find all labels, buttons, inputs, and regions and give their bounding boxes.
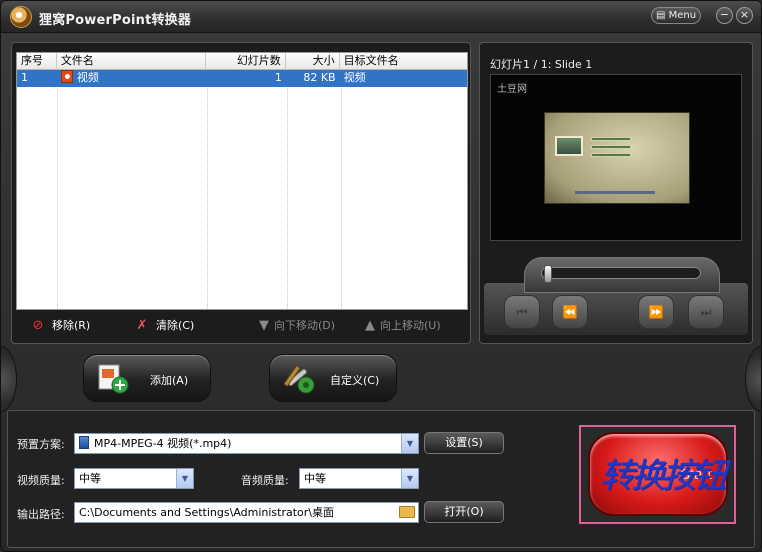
window-title: 狸窝PowerPoint转换器 (39, 13, 192, 28)
output-path-label: 输出路径: (17, 508, 65, 521)
chevron-down-icon: ▼ (401, 434, 418, 453)
column-header-filename[interactable]: 文件名 (57, 53, 207, 70)
preset-value: MP4-MPEG-4 视频(*.mp4) (94, 437, 232, 450)
left-decoration (1, 346, 17, 412)
add-file-icon (98, 364, 129, 394)
seek-handle[interactable] (544, 265, 552, 283)
seek-bar[interactable] (541, 267, 701, 279)
clear-label: 清除(C) (156, 319, 195, 332)
video-quality-select[interactable]: 中等 ▼ (74, 468, 194, 489)
column-divider (207, 88, 208, 309)
minimize-icon: − (719, 8, 730, 21)
move-up-label: 向上移动(U) (380, 319, 441, 332)
powerpoint-file-icon (60, 70, 73, 83)
clear-button[interactable]: ✗ 清除(C) (134, 317, 195, 333)
open-button[interactable]: 打开(O) (424, 501, 504, 523)
cell-filename: 视频 (57, 70, 206, 87)
table-header: 序号 文件名 幻灯片数 大小 目标文件名 (17, 53, 467, 70)
last-slide-button[interactable]: ⏭ (688, 295, 724, 329)
output-path-value: C:\Documents and Settings\Administrator\… (79, 506, 335, 519)
app-logo-icon (10, 6, 32, 28)
start-button[interactable]: Start 转换按钮 (588, 432, 728, 516)
title-bar: 狸窝PowerPoint转换器 ▤ Menu − × (1, 1, 761, 33)
app-window: 狸窝PowerPoint转换器 ▤ Menu − × 序号 文件名 幻灯片数 大… (0, 0, 762, 552)
next-slide-button[interactable]: ⏩ (638, 295, 674, 329)
cell-filename-text: 视频 (76, 71, 99, 84)
cell-size: 82 KB (303, 71, 336, 84)
slide-image (555, 136, 583, 156)
first-icon: ⏮ (516, 305, 528, 319)
right-decoration (745, 346, 761, 412)
slide-thumbnail-image (544, 112, 690, 204)
settings-button[interactable]: 设置(S) (424, 432, 504, 454)
slide-bar (575, 191, 655, 194)
customize-button-label: 自定义(C) (330, 374, 380, 387)
table-row[interactable]: 1 视频 1 82 KB 视频 (17, 70, 467, 87)
preset-label: 预置方案: (17, 438, 65, 451)
move-down-button[interactable]: ▼ 向下移动(D) (256, 317, 335, 333)
remove-icon: ⊘ (32, 318, 44, 333)
column-divider (287, 88, 288, 309)
cell-target: 视频 (343, 71, 366, 84)
cell-slides: 1 (274, 71, 282, 84)
start-annotation-text: 转换按钮 (600, 456, 727, 496)
slide-bar (591, 145, 631, 149)
file-list-panel: 序号 文件名 幻灯片数 大小 目标文件名 1 视频 1 82 KB 视频 ⊘ 移除… (11, 42, 471, 344)
arrow-down-icon: ▼ (259, 318, 269, 333)
watermark: 土豆网 (497, 84, 527, 95)
slide-preview: 土豆网 (490, 74, 742, 241)
last-icon: ⏭ (700, 305, 712, 319)
clear-icon: ✗ (136, 318, 148, 333)
move-down-label: 向下移动(D) (274, 319, 336, 332)
rewind-icon: ⏪ (562, 305, 578, 319)
start-highlight-frame: Start 转换按钮 (579, 425, 736, 524)
forward-icon: ⏩ (648, 305, 664, 319)
remove-button[interactable]: ⊘ 移除(R) (30, 317, 91, 333)
audio-quality-label: 音频质量: (241, 474, 289, 487)
list-action-bar: ⊘ 移除(R) ✗ 清除(C) ▼ 向下移动(D) ▲ 向上移动(U) (16, 315, 468, 335)
add-button-label: 添加(A) (150, 374, 189, 387)
preset-select[interactable]: MP4-MPEG-4 视频(*.mp4) ▼ (74, 433, 419, 454)
cell-index: 1 (21, 71, 28, 84)
chevron-down-icon: ▼ (176, 469, 193, 488)
menu-button-label: Menu (668, 10, 697, 21)
column-header-slides[interactable]: 幻灯片数 (206, 53, 286, 70)
remove-label: 移除(R) (52, 319, 91, 332)
output-path-field[interactable]: C:\Documents and Settings\Administrator\… (74, 502, 419, 523)
video-quality-label: 视频质量: (17, 474, 65, 487)
slide-bar (591, 137, 631, 141)
arrow-up-icon: ▲ (365, 318, 375, 333)
previous-slide-button[interactable]: ⏪ (552, 295, 588, 329)
chevron-down-icon: ▼ (401, 469, 418, 488)
slide-bar (591, 153, 631, 157)
column-divider (341, 88, 342, 309)
first-slide-button[interactable]: ⏮ (504, 295, 540, 329)
audio-quality-select[interactable]: 中等 ▼ (299, 468, 419, 489)
close-button[interactable]: × (736, 7, 753, 24)
customize-button[interactable]: 自定义(C) (269, 354, 397, 402)
folder-icon[interactable] (399, 506, 415, 518)
slide-counter: 幻灯片1 / 1: Slide 1 (490, 58, 593, 71)
preview-panel: 幻灯片1 / 1: Slide 1 土豆网 ⏮ ⏪ ⏩ ⏭ (479, 42, 753, 344)
tools-icon (283, 365, 315, 394)
close-icon: × (739, 8, 750, 21)
column-header-index[interactable]: 序号 (17, 53, 57, 70)
add-button[interactable]: 添加(A) (83, 354, 211, 402)
file-table[interactable]: 序号 文件名 幻灯片数 大小 目标文件名 1 视频 1 82 KB 视频 (16, 52, 468, 310)
audio-quality-value: 中等 (304, 472, 326, 485)
video-format-icon (79, 436, 89, 449)
column-divider (57, 88, 58, 309)
column-header-target[interactable]: 目标文件名 (340, 53, 467, 70)
minimize-button[interactable]: − (716, 7, 733, 24)
video-quality-value: 中等 (79, 472, 101, 485)
player-controls: ⏮ ⏪ ⏩ ⏭ (484, 251, 748, 339)
menu-button[interactable]: ▤ Menu (651, 7, 701, 24)
column-header-size[interactable]: 大小 (286, 53, 340, 70)
move-up-button[interactable]: ▲ 向上移动(U) (362, 317, 441, 333)
